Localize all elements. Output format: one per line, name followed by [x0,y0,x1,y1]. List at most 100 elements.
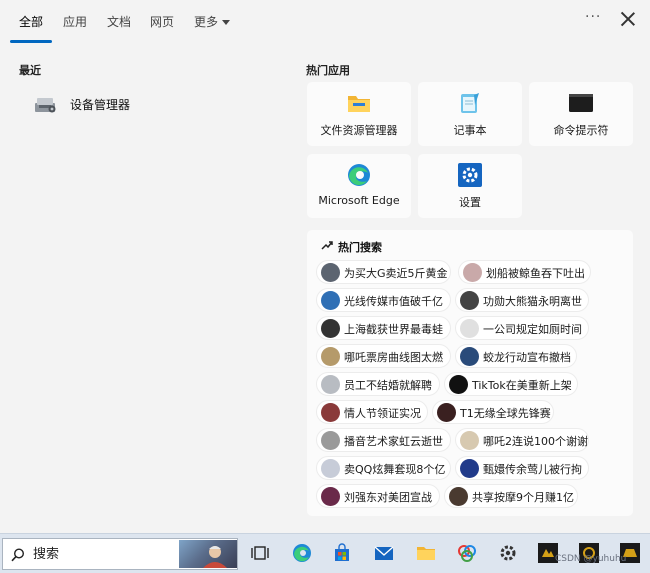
hot-search-text: 播音艺术家虹云逝世 [344,435,443,448]
hot-search-text: 功勋大熊猫永明离世 [483,295,582,308]
hot-search-text: 哪吒票房曲线图太燃 [344,351,443,364]
hot-search-chip[interactable]: 员工不结婚就解聘 [316,372,440,396]
news-thumbnail [321,263,340,282]
hot-search-text: 刘强东对美团宣战 [344,491,432,504]
news-thumbnail [321,347,340,366]
taskbar-search-box[interactable] [2,538,238,570]
active-tab-indicator [10,40,52,43]
news-thumbnail [460,319,479,338]
hot-search-chip[interactable]: 情人节领证实况 [316,400,428,424]
hot-search-chip[interactable]: 为买大G卖近5斤黄金 [316,260,451,284]
taskbar [0,533,650,573]
search-icon [11,548,25,562]
search-input[interactable] [33,544,173,564]
news-thumbnail [321,375,340,394]
hot-search-chip[interactable]: TikTok在美重新上架 [444,372,578,396]
hot-apps-section-title: 热门应用 [306,64,350,77]
tab-more[interactable]: 更多 [194,13,231,30]
news-thumbnail [321,291,340,310]
hot-search-chip[interactable]: 哪吒2连说100个谢谢 [455,428,589,452]
news-thumbnail [460,459,479,478]
news-thumbnail [460,431,479,450]
search-highlight-image [179,540,237,568]
hot-search-text: T1无缘全球先锋赛 [460,407,551,420]
hot-search-text: 划船被鲸鱼吞下吐出 [486,267,585,280]
folder-icon[interactable] [416,543,436,563]
hot-search-text: TikTok在美重新上架 [472,379,572,392]
news-thumbnail [321,403,340,422]
hot-search-panel: 热门搜索 为买大G卖近5斤黄金 划船被鲸鱼吞下吐出 光线传媒市值破千亿 功勋大熊… [307,230,633,516]
store-icon[interactable] [332,543,352,563]
hot-search-text: 共享按摩9个月赚1亿 [472,491,574,504]
news-thumbnail [460,347,479,366]
hot-search-chip[interactable]: 共享按摩9个月赚1亿 [444,484,578,508]
news-thumbnail [437,403,456,422]
hot-search-chip[interactable]: 一公司规定如厕时间 [455,316,589,340]
watermark-text: CSDN @yuhuhu [555,554,627,564]
hot-search-text: 为买大G卖近5斤黄金 [344,267,448,280]
edge-icon [348,164,370,186]
news-thumbnail [321,487,340,506]
more-options-button[interactable]: ··· [585,9,601,25]
news-thumbnail [463,263,482,282]
tab-apps[interactable]: 应用 [63,13,87,30]
hot-search-chip[interactable]: 蛟龙行动宣布撤档 [455,344,577,368]
close-icon[interactable] [620,11,636,27]
recent-item-label: 设备管理器 [70,98,131,112]
hot-search-text: 光线传媒市值破千亿 [344,295,443,308]
hot-search-chip[interactable]: 刘强东对美团宣战 [316,484,440,508]
hot-search-chip[interactable]: 光线传媒市值破千亿 [316,288,451,312]
app-tile-file-explorer[interactable]: 文件资源管理器 [307,82,411,146]
mail-icon[interactable] [374,543,394,563]
search-tabs-bar: 全部 应用 文档 网页 更多 ··· [0,0,650,44]
settings-gear-icon[interactable] [498,543,518,563]
hot-search-chip[interactable]: T1无缘全球先锋赛 [432,400,554,424]
app-label: 文件资源管理器 [320,124,398,137]
hot-search-text: 甄嬛传余莺儿被行拘 [483,463,582,476]
news-thumbnail [321,431,340,450]
hot-search-chip[interactable]: 甄嬛传余莺儿被行拘 [455,456,589,480]
hot-search-text: 上海截获世界最毒蛙 [344,323,443,336]
news-thumbnail [460,291,479,310]
hot-search-title: 热门搜索 [338,241,382,254]
edge-icon[interactable] [292,543,312,563]
hot-search-text: 一公司规定如厕时间 [483,323,582,336]
hot-search-text: 哪吒2连说100个谢谢 [483,435,588,448]
news-thumbnail [449,487,468,506]
app-tile-notepad[interactable]: 记事本 [418,82,522,146]
photos-icon[interactable] [457,543,477,563]
tab-documents[interactable]: 文档 [107,13,131,30]
settings-gear-icon [458,163,482,187]
tab-web[interactable]: 网页 [150,13,174,30]
tiktok-logo-icon [449,375,468,394]
app-tile-command-prompt[interactable]: 命令提示符 [529,82,633,146]
news-thumbnail [321,459,340,478]
recent-section-title: 最近 [19,64,41,77]
hot-search-chip[interactable]: 划船被鲸鱼吞下吐出 [458,260,591,284]
app-label: Microsoft Edge [318,194,400,207]
task-view-icon[interactable] [250,543,270,563]
notepad-icon [461,93,479,113]
app-label: 设置 [459,196,481,209]
hot-search-chip[interactable]: 上海截获世界最毒蛙 [316,316,451,340]
recent-item-device-manager[interactable]: 设备管理器 [30,90,270,120]
app-label: 命令提示符 [553,124,609,137]
news-thumbnail [321,319,340,338]
trending-arrow-icon [321,241,333,250]
chevron-down-icon [222,20,231,25]
folder-icon [348,96,370,112]
app-tile-microsoft-edge[interactable]: Microsoft Edge [307,154,411,218]
hot-search-text: 情人节领证实况 [344,407,421,420]
hot-search-text: 卖QQ炫舞套现8个亿 [344,463,446,476]
device-manager-icon [35,98,56,113]
command-prompt-icon [569,94,593,112]
app-label: 记事本 [453,124,487,137]
tab-more-label: 更多 [194,15,219,29]
app-tile-settings[interactable]: 设置 [418,154,522,218]
hot-search-chip[interactable]: 功勋大熊猫永明离世 [455,288,589,312]
hot-search-text: 员工不结婚就解聘 [344,379,432,392]
hot-search-chip[interactable]: 播音艺术家虹云逝世 [316,428,451,452]
hot-search-chip[interactable]: 卖QQ炫舞套现8个亿 [316,456,451,480]
hot-search-chip[interactable]: 哪吒票房曲线图太燃 [316,344,451,368]
tab-all[interactable]: 全部 [19,13,43,30]
